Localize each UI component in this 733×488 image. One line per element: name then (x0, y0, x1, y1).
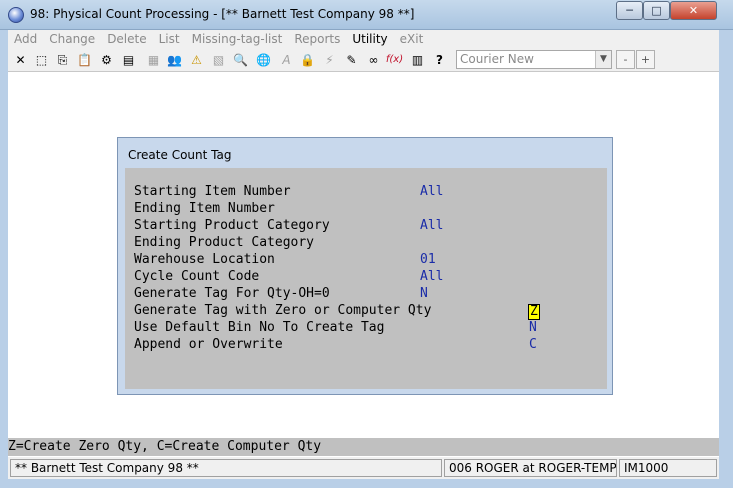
field-value-starting-item[interactable]: All (420, 184, 443, 199)
status-user: 006 ROGER at ROGER-TEMP (444, 459, 617, 477)
menu-change[interactable]: Change (43, 32, 101, 46)
window-frame-bottom (0, 479, 733, 488)
field-label: Ending Product Category (134, 235, 315, 250)
menu-list[interactable]: List (153, 32, 186, 46)
field-value-qty-oh-zero[interactable]: N (420, 286, 428, 301)
field-label: Ending Item Number (134, 201, 275, 216)
help-icon[interactable]: ? (430, 50, 449, 69)
image-icon[interactable]: ▧ (209, 50, 228, 69)
app-globe-icon (8, 7, 24, 23)
select-icon[interactable]: ⬚ (32, 50, 51, 69)
maximize-button[interactable]: □ (643, 1, 670, 20)
status-bar: ** Barnett Test Company 98 ** 006 ROGER … (8, 457, 719, 479)
field-value-starting-category[interactable]: All (420, 218, 443, 233)
font-select[interactable]: Courier New ▼ (456, 50, 612, 69)
menu-delete[interactable]: Delete (101, 32, 152, 46)
window-frame-left (0, 30, 8, 488)
status-company: ** Barnett Test Company 98 ** (10, 459, 442, 477)
create-count-tag-dialog: Create Count Tag Starting Item Number Al… (117, 137, 613, 395)
field-label: Starting Item Number (134, 184, 291, 199)
menu-bar: Add Change Delete List Missing-tag-list … (0, 30, 733, 48)
minimize-icon: ─ (626, 4, 633, 17)
field-value-append-overwrite[interactable]: C (529, 337, 537, 352)
font-size-decrease-button[interactable]: - (616, 50, 635, 69)
settings-icon[interactable]: ⚙ (97, 50, 116, 69)
notes-icon[interactable]: ▦ (144, 50, 163, 69)
status-module: IM1000 (619, 459, 717, 477)
close-button[interactable]: ✕ (670, 1, 717, 20)
field-value-zero-or-computer-qty[interactable]: Z (528, 304, 540, 320)
menu-exit[interactable]: eXit (394, 32, 430, 46)
field-value-default-bin[interactable]: N (529, 320, 537, 335)
field-label: Generate Tag For Qty-OH=0 (134, 286, 330, 301)
field-label: Starting Product Category (134, 218, 330, 233)
field-label: Warehouse Location (134, 252, 275, 267)
window-frame-right (719, 30, 733, 488)
menu-reports[interactable]: Reports (288, 32, 346, 46)
users-icon[interactable]: 👥 (165, 50, 184, 69)
alert-icon[interactable]: ⚠ (187, 50, 206, 69)
field-value-warehouse[interactable]: 01 (420, 252, 436, 267)
chevron-down-icon[interactable]: ▼ (595, 51, 611, 68)
report-icon[interactable]: ✎ (342, 50, 361, 69)
macro-icon[interactable]: ⚡ (320, 50, 339, 69)
field-label: Append or Overwrite (134, 337, 283, 352)
menu-missing-tag-list[interactable]: Missing-tag-list (186, 32, 289, 46)
exit-icon[interactable]: ✕ (11, 50, 30, 69)
dialog-body: Starting Item Number All Ending Item Num… (125, 168, 607, 389)
audit-icon[interactable]: 🔒 (298, 50, 317, 69)
prompt-line: Z=Create Zero Qty, C=Create Computer Qty (8, 438, 719, 456)
globe-icon[interactable]: 🌐 (254, 50, 273, 69)
function-icon[interactable]: f(x) (385, 50, 404, 69)
close-icon: ✕ (688, 4, 699, 17)
properties-icon[interactable]: ▤ (119, 50, 138, 69)
font-size-increase-button[interactable]: + (636, 50, 655, 69)
link-icon[interactable]: ∞ (364, 50, 383, 69)
search-icon[interactable]: 🔍 (231, 50, 250, 69)
toolbar: ✕ ⬚ ⎘ 📋 ⚙ ▤ ▦ 👥 ⚠ ▧ 🔍 🌐 A 🔒 ⚡ ✎ ∞ f(x) ▥… (0, 48, 733, 72)
dialog-title: Create Count Tag (128, 148, 232, 162)
field-label: Cycle Count Code (134, 269, 260, 284)
font-icon[interactable]: A (277, 50, 296, 69)
minimize-button[interactable]: ─ (616, 1, 643, 20)
window-title: 98: Physical Count Processing - [** Barn… (30, 7, 415, 21)
copy-icon[interactable]: ⎘ (53, 50, 72, 69)
paste-icon[interactable]: 📋 (75, 50, 94, 69)
title-bar[interactable]: 98: Physical Count Processing - [** Barn… (0, 0, 733, 30)
maximize-icon: □ (651, 4, 662, 17)
font-select-value: Courier New (460, 52, 534, 66)
field-label: Generate Tag with Zero or Computer Qty (134, 303, 432, 318)
menu-utility[interactable]: Utility (346, 32, 393, 46)
field-label: Use Default Bin No To Create Tag (134, 320, 385, 335)
field-value-cycle-count[interactable]: All (420, 269, 443, 284)
calculator-icon[interactable]: ▥ (408, 50, 427, 69)
